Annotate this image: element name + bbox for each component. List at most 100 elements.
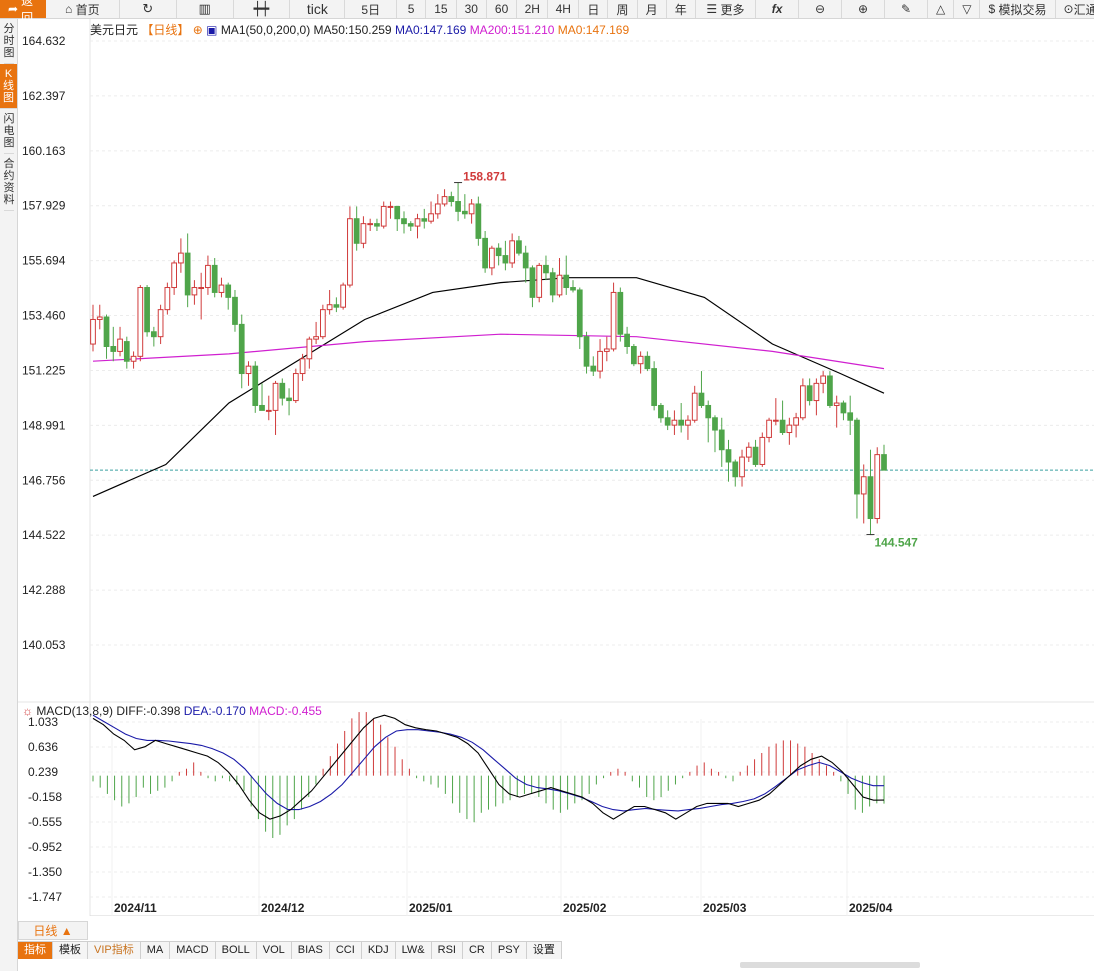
candle-body[interactable] (96, 316, 103, 320)
candle-body[interactable] (529, 267, 536, 298)
period-tick[interactable]: tick (290, 0, 346, 18)
candle-body[interactable] (847, 412, 854, 421)
candle-body[interactable] (590, 365, 597, 372)
candle-body[interactable] (658, 404, 664, 419)
ma-toggle-icon[interactable]: ▣ (206, 23, 217, 37)
candle-body[interactable] (238, 323, 245, 375)
candle-body[interactable] (245, 365, 252, 375)
zoom-in-button[interactable]: ⊕ (842, 0, 886, 18)
period-15min[interactable]: 15 (426, 0, 457, 18)
candle-body[interactable] (583, 336, 590, 367)
candle-body[interactable] (603, 348, 610, 352)
candle-body[interactable] (394, 205, 401, 220)
candle-body[interactable] (752, 446, 759, 465)
candle-body[interactable] (198, 287, 205, 290)
candle-body[interactable] (421, 218, 428, 222)
candle-body[interactable] (259, 404, 265, 411)
candle-body[interactable] (407, 223, 414, 227)
candle-body[interactable] (678, 419, 685, 426)
candle-body[interactable] (793, 417, 799, 426)
horizontal-scrollbar[interactable] (740, 962, 920, 968)
candle-body[interactable] (874, 454, 881, 520)
candle-body[interactable] (448, 196, 455, 203)
candle-body[interactable] (664, 417, 671, 426)
period-60min[interactable]: 60 (487, 0, 518, 18)
candle-body[interactable] (387, 205, 394, 208)
tab-cr[interactable]: CR (462, 942, 492, 959)
sidebar-tab-flash[interactable]: 闪电图 (3, 109, 15, 154)
candle-body[interactable] (732, 461, 739, 478)
candle-body[interactable] (543, 264, 549, 274)
candle-body[interactable] (833, 402, 840, 406)
candle-body[interactable] (211, 264, 218, 293)
candle-body[interactable] (272, 382, 279, 411)
tab-settings[interactable]: 设置 (526, 942, 562, 959)
add-indicator-icon[interactable]: ⊕ (193, 23, 203, 37)
tab-lwr[interactable]: LW& (395, 942, 432, 959)
sidebar-tab-contract[interactable]: 合约资料 (3, 154, 15, 211)
candle-body[interactable] (110, 346, 117, 352)
candle-body[interactable] (286, 397, 292, 402)
tab-vip-indicator[interactable]: VIP指标 (88, 942, 141, 959)
candle-body[interactable] (374, 223, 380, 227)
huitong-button[interactable]: ⊙ 汇通 (1056, 0, 1094, 18)
tab-ma[interactable]: MA (140, 942, 171, 959)
period-month[interactable]: 月 (638, 0, 667, 18)
candle-body[interactable] (137, 287, 144, 357)
candle-body[interactable] (549, 272, 556, 296)
candle-body[interactable] (150, 331, 157, 338)
candle-body[interactable] (651, 368, 658, 406)
candle-body[interactable] (340, 284, 347, 308)
candle-body[interactable] (745, 446, 752, 458)
candle-body[interactable] (786, 424, 793, 434)
candle-body[interactable] (279, 382, 286, 399)
candle-type-button[interactable]: ┿┿ (234, 0, 291, 18)
period-30min[interactable]: 30 (457, 0, 487, 18)
candle-body[interactable] (299, 358, 306, 375)
candle-body[interactable] (252, 365, 259, 406)
period-5day[interactable]: 5日 (345, 0, 398, 18)
candle-body[interactable] (401, 218, 407, 225)
candle-body[interactable] (725, 449, 732, 463)
period-week[interactable]: 周 (608, 0, 638, 18)
chart-area[interactable]: 164.632 162.397 160.163 157.929 155.694 153.4… (18, 19, 1094, 917)
candle-body[interactable] (516, 240, 522, 254)
candle-body[interactable] (468, 203, 475, 215)
candle-body[interactable] (827, 375, 833, 406)
sun-icon[interactable]: ☼ (22, 704, 33, 718)
candle-body[interactable] (705, 404, 712, 419)
down-button[interactable]: ▽ (954, 0, 981, 18)
candle-body[interactable] (191, 287, 198, 296)
up-button[interactable]: △ (928, 0, 955, 18)
candle-body[interactable] (556, 274, 563, 296)
tab-kdj[interactable]: KDJ (361, 942, 396, 959)
candle-body[interactable] (766, 419, 772, 438)
candle-body[interactable] (117, 338, 123, 352)
candle-body[interactable] (502, 255, 509, 264)
candle-body[interactable] (597, 350, 603, 372)
candle-body[interactable] (232, 296, 238, 325)
candle-body[interactable] (630, 346, 637, 365)
candle-body[interactable] (522, 252, 529, 269)
candle-body[interactable] (205, 264, 211, 289)
period-4h[interactable]: 4H (548, 0, 580, 18)
candle-body[interactable] (367, 223, 374, 226)
candle-body[interactable] (171, 262, 177, 289)
candle-body[interactable] (685, 419, 691, 426)
candle-body[interactable] (123, 341, 130, 362)
candle-body[interactable] (617, 291, 624, 335)
candle-body[interactable] (698, 392, 705, 406)
candle-body[interactable] (813, 382, 820, 402)
tab-cci[interactable]: CCI (329, 942, 362, 959)
zoom-out-button[interactable]: ⊖ (799, 0, 843, 18)
tab-psy[interactable]: PSY (491, 942, 527, 959)
refresh-button[interactable]: ↻ (120, 0, 177, 18)
candle-body[interactable] (455, 201, 461, 212)
period-2h[interactable]: 2H (517, 0, 549, 18)
tab-macd[interactable]: MACD (170, 942, 216, 959)
candle-body[interactable] (570, 287, 576, 291)
period-year[interactable]: 年 (667, 0, 696, 18)
sidebar-tab-kline[interactable]: K线图 (0, 64, 17, 109)
candle-body[interactable] (461, 210, 468, 215)
candle-body[interactable] (164, 287, 171, 311)
